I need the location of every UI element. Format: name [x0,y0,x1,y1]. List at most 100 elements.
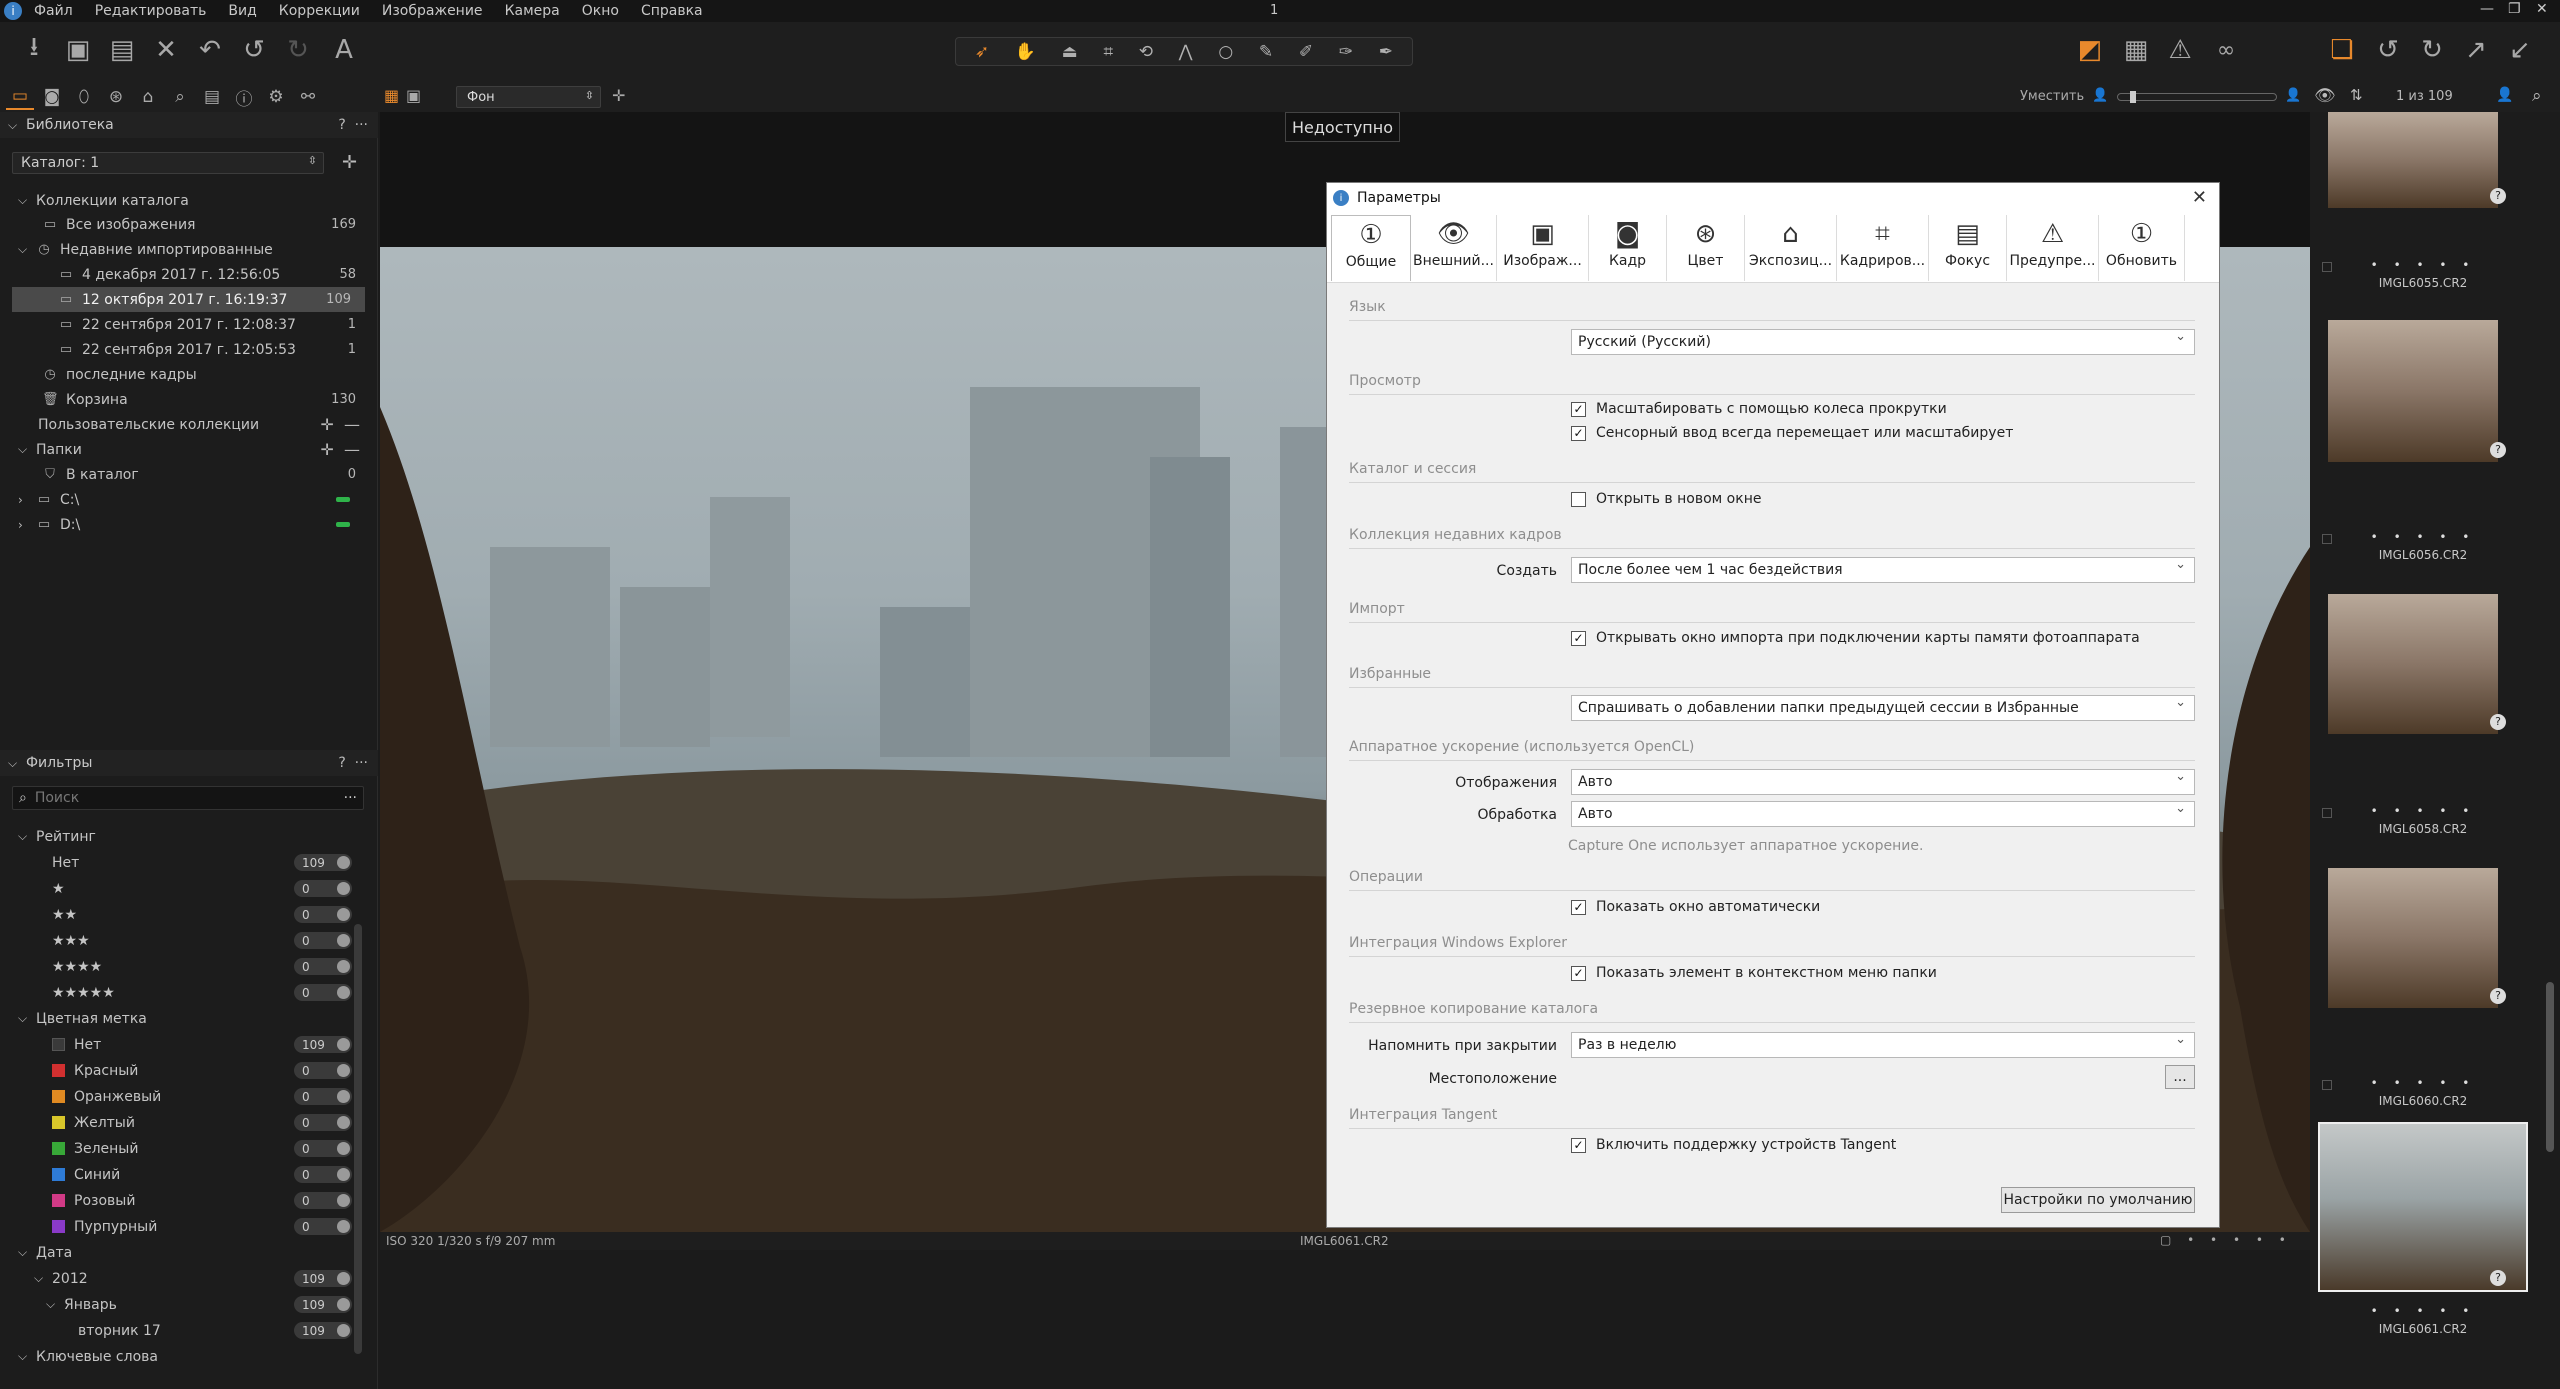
browse-location-button[interactable]: ... [2165,1065,2195,1089]
batch-tab-icon[interactable]: ⚯ [294,84,322,110]
year-count-toggle[interactable]: 109 [294,1270,352,1287]
day-count-toggle[interactable]: 109 [294,1322,352,1339]
select-cursor-icon[interactable]: ➶ [975,42,989,62]
import-item[interactable]: ▭ 22 сентября 2017 г. 12:05:53 1 [0,337,370,362]
more-icon[interactable]: ··· [344,790,357,806]
tangent-checkbox[interactable]: ✓ Включить поддержку устройств Tangent [1571,1137,1896,1153]
eraser-icon[interactable]: ✑ [1339,42,1353,62]
single-view-icon[interactable]: ▣ [406,86,421,105]
color-count-toggle[interactable]: 0 [294,1114,352,1131]
rating-count-toggle[interactable]: 0 [294,984,352,1001]
recent-imports-group[interactable]: ⌵ ◷ Недавние импортированные [0,237,370,262]
proof-glasses-icon[interactable]: ∞ [2208,32,2244,68]
import-item[interactable]: ▭ 22 сентября 2017 г. 12:08:37 1 [0,312,370,337]
color-count-toggle[interactable]: 0 [294,1140,352,1157]
user-collections-group[interactable]: Пользовательские коллекции ✛ — [0,412,370,437]
background-select[interactable]: Фон ⇳ [456,86,601,108]
trash-item[interactable]: 🗑 Корзина 130 [0,387,370,412]
sort-icon[interactable]: ⇅ [2350,86,2363,104]
add-remove-icon[interactable]: ✛ — [320,415,360,434]
touch-input-checkbox[interactable]: ✓ Сенсорный ввод всегда перемещает или ма… [1571,425,2013,441]
thumbnail[interactable]: • • • • • IMGL6058.CR2 ? [2318,798,2528,1048]
color-filter-item[interactable]: Синий 0 [0,1162,370,1187]
in-catalog-item[interactable]: ⛉ В каталог 0 [0,462,370,487]
rating-dots[interactable]: • • • • • [2318,530,2528,544]
rating-filter-item[interactable]: ★★ 0 [0,902,370,927]
color-filter-item[interactable]: Красный 0 [0,1058,370,1083]
rotate-right-icon[interactable]: ↻ [2414,32,2450,68]
rating-filter-item[interactable]: Нет 109 [0,850,370,875]
library-help-icon[interactable]: ? ··· [338,117,368,133]
language-select[interactable]: Русский (Русский) [1571,329,2195,355]
filters-scrollbar[interactable] [354,924,362,1354]
rating-count-toggle[interactable]: 0 [294,906,352,923]
reset-icon[interactable]: ↶ [192,32,228,68]
create-select[interactable]: После более чем 1 час бездействия [1571,557,2195,583]
color-count-toggle[interactable]: 0 [294,1218,352,1235]
catalog-collections-group[interactable]: ⌵ Коллекции каталога [0,188,370,213]
warning-icon[interactable]: ⚠ [2162,32,2198,68]
menu-window[interactable]: Окно [582,3,619,19]
rotate-tool-icon[interactable]: ⟲ [1139,42,1153,62]
import-window-checkbox[interactable]: ✓ Открывать окно импорта при подключении … [1571,630,2140,646]
redo-icon[interactable]: ↻ [280,32,316,68]
edit-mode-icon[interactable]: ◩ [2072,32,2108,68]
apply-adjustments-icon[interactable]: ↗ [2458,32,2494,68]
zoom-slider[interactable] [2117,91,2277,103]
filter-search-input[interactable]: ⌕ Поиск ··· [12,786,364,810]
rotate-left-icon[interactable]: ↺ [2370,32,2406,68]
new-window-checkbox[interactable]: Открыть в новом окне [1571,491,1761,507]
restore-defaults-button[interactable]: Настройки по умолчанию [2001,1187,2195,1213]
rating-count-toggle[interactable]: 109 [294,854,352,871]
menu-help[interactable]: Справка [641,3,703,19]
filters-help-icon[interactable]: ? ··· [338,755,368,771]
info-tab-icon[interactable]: ⓘ [230,84,258,110]
all-images-item[interactable]: ▭ Все изображения 169 [0,212,370,237]
display-select[interactable]: Авто [1571,769,2195,795]
keywords-group[interactable]: ⌵ Ключевые слова [0,1344,370,1369]
eye-icon[interactable]: 👁 [2314,86,2336,106]
import-icon[interactable]: ⭳ [16,32,52,68]
catalog-select[interactable]: Каталог: 1 ⇳ [12,152,324,174]
rating-count-toggle[interactable]: 0 [294,880,352,897]
drive-c-item[interactable]: › ▭ C:\ [0,487,370,512]
show-ops-checkbox[interactable]: ✓ Показать окно автоматически [1571,899,1820,915]
drive-d-item[interactable]: › ▭ D:\ [0,512,370,537]
thumbnail[interactable]: • • • • • IMGL6055.CR2 ? [2318,252,2528,502]
month-count-toggle[interactable]: 109 [294,1296,352,1313]
details-tab-icon[interactable]: ⌕ [166,84,194,110]
tab-general[interactable]: ① Общие [1331,215,1411,281]
search-icon[interactable]: ⌕ [2532,86,2542,106]
color-count-toggle[interactable]: 0 [294,1088,352,1105]
add-catalog-icon[interactable]: ✛ [342,152,357,173]
minimize-icon[interactable]: — [2480,1,2494,17]
tab-capture[interactable]: ◙ Кадр [1589,215,1667,281]
rating-filter-item[interactable]: ★★★ 0 [0,928,370,953]
lens-tab-icon[interactable]: ⬯ [70,84,98,110]
keystone-icon[interactable]: ⋀ [1179,42,1193,62]
close-window-icon[interactable]: ✕ [2536,1,2548,17]
filters-header[interactable]: ⌵ Фильтры ? ··· [0,750,378,776]
month-item[interactable]: ⌵ Январь 109 [0,1292,370,1317]
folders-group[interactable]: ⌵ Папки ✛ — [0,437,370,462]
color-filter-item[interactable]: Желтый 0 [0,1110,370,1135]
crop-icon[interactable]: ⌗ [1103,42,1113,62]
capture-icon[interactable]: ▣ [60,32,96,68]
tab-exposure[interactable]: ⌂ Экспозиц... [1745,215,1837,281]
scroll-zoom-checkbox[interactable]: ✓ Масштабировать с помощью колеса прокрут… [1571,401,1947,417]
delete-icon[interactable]: ✕ [148,32,184,68]
menu-view[interactable]: Вид [228,3,256,19]
capture-tab-icon[interactable]: ◙ [38,84,66,110]
rating-dots[interactable]: • • • • • [2318,1304,2528,1318]
text-icon[interactable]: A [326,32,362,68]
menu-adjustments[interactable]: Коррекции [279,3,360,19]
tab-image[interactable]: ▣ Изображ... [1497,215,1589,281]
thumbnail[interactable]: • • • • • IMGL6060.CR2 ? • • • • • IMGL6… [2318,1070,2528,1336]
process-icon[interactable]: ▤ [104,32,140,68]
color-filter-item[interactable]: Розовый 0 [0,1188,370,1213]
add-remove-icon[interactable]: ✛ — [320,440,360,459]
rating-group[interactable]: ⌵ Рейтинг [0,824,370,849]
pan-icon[interactable]: ✋ [1015,42,1036,62]
add-icon[interactable]: ✛ [612,86,625,105]
copy-adjustments-icon[interactable]: ❏ [2324,32,2360,68]
